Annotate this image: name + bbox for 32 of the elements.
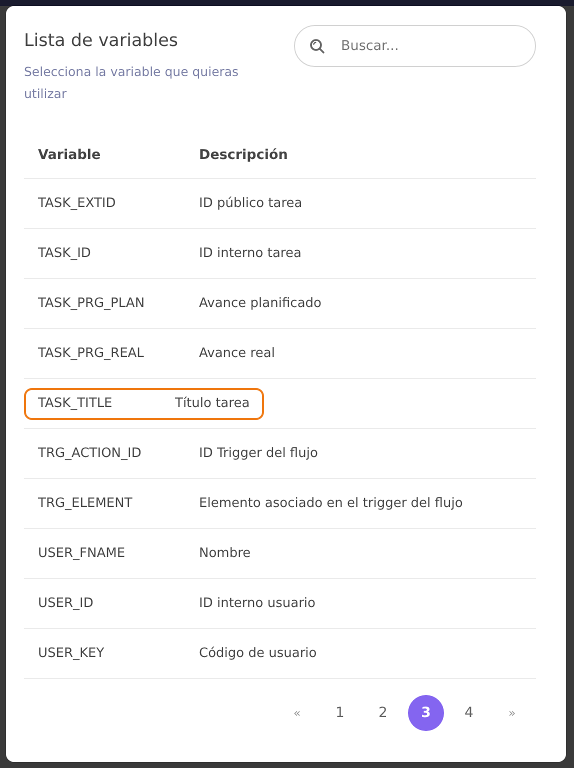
page-button[interactable]: 1 bbox=[322, 695, 358, 731]
page-button[interactable]: 2 bbox=[365, 695, 401, 731]
page-button[interactable]: 3 bbox=[408, 695, 444, 731]
table-cell: USER_ID bbox=[38, 596, 94, 611]
dialog-title: Lista de variables bbox=[24, 31, 180, 51]
table-cell-text: Título tarea bbox=[174, 396, 251, 411]
dialog-subtitle: Selecciona la variable que quieras utilizar bbox=[24, 63, 240, 103]
page-nav-button[interactable]: » bbox=[494, 695, 530, 731]
table-cell: ID interno tarea bbox=[199, 246, 302, 261]
table-cell: Avance real bbox=[199, 346, 275, 361]
table-cell: USER_KEY bbox=[38, 646, 104, 661]
column-header: Variable bbox=[24, 132, 185, 178]
table-cell: TASK_EXTID bbox=[38, 196, 116, 211]
table-cell: TASK_ID bbox=[38, 246, 91, 261]
table-cell: TASK_PRG_PLAN bbox=[38, 296, 145, 311]
table-cell: ID interno usuario bbox=[199, 596, 316, 611]
search-icon bbox=[309, 38, 325, 54]
table-cell: Código de usuario bbox=[199, 646, 317, 661]
table-cell: TASK_PRG_REAL bbox=[38, 346, 144, 361]
table-cell: TRG_ELEMENT bbox=[38, 496, 132, 511]
page-nav-button[interactable]: « bbox=[279, 695, 315, 731]
table-cell: Avance planificado bbox=[199, 296, 322, 311]
table-cell: USER_FNAME bbox=[38, 546, 126, 561]
page-button[interactable]: 4 bbox=[451, 695, 487, 731]
table-cell: ID Trigger del flujo bbox=[199, 446, 318, 461]
table-cell: TRG_ACTION_ID bbox=[38, 446, 142, 461]
table-cell-text: TASK_TITLE bbox=[37, 396, 114, 411]
search-field[interactable]: Buscar... bbox=[294, 25, 536, 67]
table-cell: ID público tarea bbox=[199, 196, 302, 211]
column-header: Descripción bbox=[185, 132, 536, 178]
table-cell: Nombre bbox=[199, 546, 251, 561]
table-cell: Elemento asociado en el trigger del flujo bbox=[199, 496, 463, 511]
